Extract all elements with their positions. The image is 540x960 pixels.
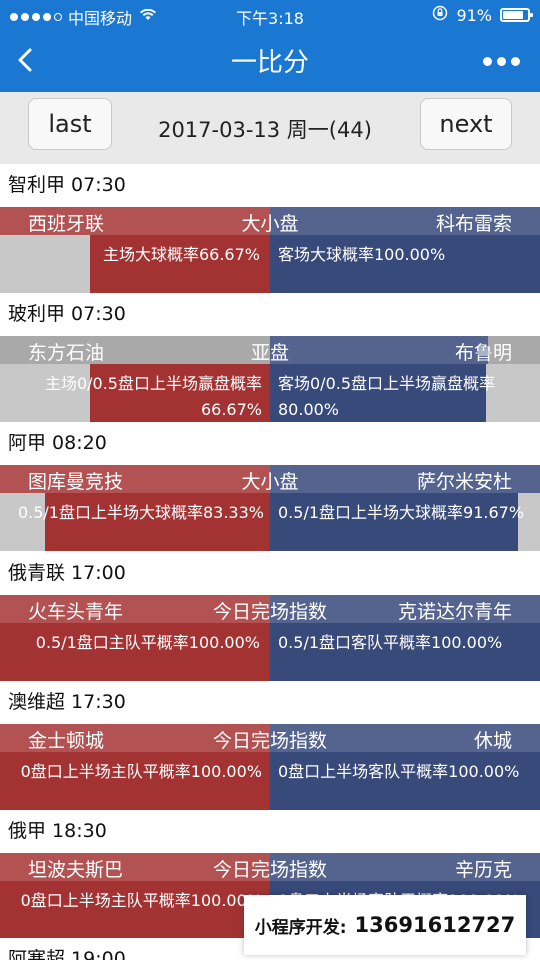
away-prob-text: 0.5/1盘口客队平概率100.00%: [278, 633, 503, 652]
home-prob-text: 主场大球概率66.67%: [102, 245, 260, 264]
date-bar: last 2017-03-13 周一(44) next: [0, 92, 540, 164]
date-label: 2017-03-13 周一(44): [158, 118, 372, 142]
match-league-time: 澳维超 17:30: [0, 681, 540, 724]
teams-row: 图库曼竞技 大小盘 萨尔米安杜: [0, 465, 540, 493]
teams-row: 西班牙联 大小盘 科布雷索: [0, 207, 540, 235]
away-prob-text: 0盘口上半场客队平概率100.00%: [278, 762, 520, 781]
away-prob-text-line1: 客场0/0.5盘口上半场赢盘概率: [278, 374, 496, 393]
away-team: 辛历克: [454, 859, 512, 881]
prob-row: 主场大球概率66.67% 客场大球概率100.00%: [0, 235, 540, 293]
prob-row: 0盘口上半场主队平概率100.00% 0盘口上半场客队平概率100.00%: [0, 752, 540, 810]
teams-row: 坦波夫斯巴 今日完场指数 辛历克: [0, 853, 540, 881]
next-button[interactable]: next: [420, 98, 512, 150]
last-button[interactable]: last: [28, 98, 112, 150]
market-type: 今日完场指数: [212, 730, 327, 752]
nav-bar: 一比分: [0, 30, 540, 92]
away-team: 布鲁明: [454, 342, 512, 364]
status-right: 91%: [432, 5, 533, 25]
match-card[interactable]: 澳维超 17:30 金士顿城 今日完场指数 休城 0盘口上半场主队平概率100.…: [0, 681, 540, 810]
more-dots-icon: [483, 57, 492, 66]
prob-row: 主场0/0.5盘口上半场赢盘概率 66.67% 客场0/0.5盘口上半场赢盘概率…: [0, 364, 540, 422]
match-card[interactable]: 俄青联 17:00 火车头青年 今日完场指数 克诺达尔青年 0.5/1盘口主队平…: [0, 552, 540, 681]
match-card[interactable]: 玻利甲 07:30 东方石油 亚盘 布鲁明 主场0/0.5盘口上半场赢盘概率 6…: [0, 293, 540, 422]
match-card[interactable]: 阿甲 08:20 图库曼竞技 大小盘 萨尔米安杜 0.5/1盘口上半场大球概率8…: [0, 422, 540, 551]
home-prob-text: 0盘口上半场主队平概率100.00%: [20, 762, 262, 781]
match-league-time: 俄甲 18:30: [0, 810, 540, 853]
match-league-time: 玻利甲 07:30: [0, 293, 540, 336]
away-team: 休城: [473, 730, 512, 752]
away-prob-text: 客场大球概率100.00%: [278, 245, 446, 264]
home-prob-text: 0.5/1盘口主队平概率100.00%: [35, 633, 260, 652]
match-card[interactable]: 智利甲 07:30 西班牙联 大小盘 科布雷索 主场大球概率66.67% 客场大…: [0, 164, 540, 293]
watermark-label: 小程序开发:: [254, 917, 347, 938]
home-prob-text: 0盘口上半场主队平概率100.00%: [20, 891, 262, 910]
home-prob-text: 0.5/1盘口上半场大球概率83.33%: [17, 503, 264, 522]
battery-icon: [500, 8, 533, 22]
match-league-time: 俄青联 17:00: [0, 552, 540, 595]
match-league-time: 智利甲 07:30: [0, 164, 540, 207]
page-title: 一比分: [230, 48, 309, 78]
more-button[interactable]: [483, 57, 520, 66]
home-prob-text-line1: 主场0/0.5盘口上半场赢盘概率: [44, 374, 262, 393]
teams-row: 东方石油 亚盘 布鲁明: [0, 336, 540, 364]
away-team: 萨尔米安杜: [416, 471, 512, 493]
match-league-time: 阿甲 08:20: [0, 422, 540, 465]
prob-row: 0.5/1盘口主队平概率100.00% 0.5/1盘口客队平概率100.00%: [0, 623, 540, 681]
away-prob-text-line2: 80.00%: [278, 400, 340, 419]
prob-row: 0.5/1盘口上半场大球概率83.33% 0.5/1盘口上半场大球概率91.67…: [0, 493, 540, 551]
teams-row: 金士顿城 今日完场指数 休城: [0, 724, 540, 752]
status-bar: 中国移动 下午3:18 91%: [0, 0, 540, 30]
away-team: 克诺达尔青年: [397, 601, 512, 623]
promo-watermark: 小程序开发: 13691612727: [244, 895, 526, 955]
home-prob-text-line2: 66.67%: [200, 400, 262, 419]
rotation-lock-icon: [432, 5, 448, 25]
teams-row: 火车头青年 今日完场指数 克诺达尔青年: [0, 595, 540, 623]
battery-percent: 91%: [456, 5, 492, 25]
watermark-phone: 13691612727: [354, 913, 516, 937]
away-prob-text: 0.5/1盘口上半场大球概率91.67%: [278, 503, 525, 522]
away-team: 科布雷索: [435, 213, 512, 235]
top-bar: 中国移动 下午3:18 91% 一比分: [0, 0, 540, 92]
